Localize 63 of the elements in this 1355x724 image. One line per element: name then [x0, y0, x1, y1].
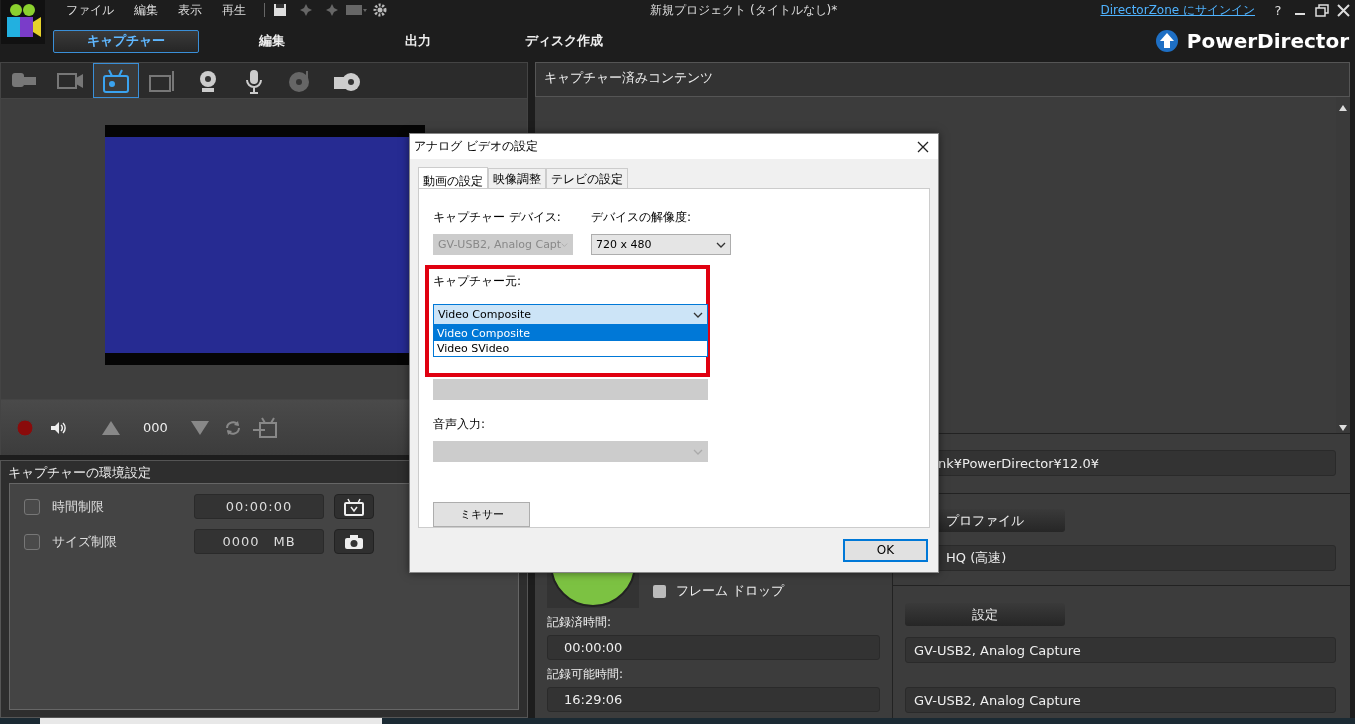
panel-title: キャプチャー済みコンテンツ: [544, 70, 713, 85]
field-label: 音声入力:: [433, 416, 487, 433]
checkbox[interactable]: [24, 498, 40, 515]
window-title: 新規プロジェクト (タイトルなし)*: [649, 1, 839, 19]
field-label: 記録済時間:: [547, 614, 613, 631]
checkbox-label: フレーム ドロップ: [676, 582, 785, 600]
refresh-icon[interactable]: [223, 418, 242, 437]
device-field[interactable]: GV-USB2, Analog Capture: [905, 687, 1336, 713]
dropdown-option[interactable]: Video Composite: [434, 326, 707, 341]
dialog-tab[interactable]: 映像調整: [488, 168, 546, 188]
timer-button[interactable]: [334, 494, 374, 519]
menu-item[interactable]: 編集: [124, 1, 168, 19]
tv-input-icon[interactable]: [251, 416, 278, 439]
mode-tab[interactable]: 編集: [199, 29, 345, 53]
settings-button[interactable]: 設定: [905, 603, 1065, 626]
caret-icon: [693, 311, 703, 318]
dropdown[interactable]: Video Composite: [433, 304, 708, 325]
checkbox-label: 時間制限: [52, 497, 105, 516]
source-tab[interactable]: [93, 63, 139, 98]
settings-icon[interactable]: [373, 3, 387, 17]
mode-tab[interactable]: ディスク作成: [491, 29, 637, 53]
field-label: 記録可能時間:: [547, 666, 625, 683]
menu-item[interactable]: 再生: [212, 1, 256, 19]
caret-icon: [716, 241, 726, 248]
menu-item[interactable]: ファイル: [56, 1, 124, 19]
help-button[interactable]: ?: [1267, 2, 1289, 18]
time-field: 00:00:00: [547, 635, 880, 660]
display-icon[interactable]: [345, 3, 367, 17]
snapshot-button[interactable]: [334, 529, 374, 554]
checkbox-label: サイズ制限: [52, 532, 118, 551]
value-field[interactable]: 00:00:00: [194, 494, 324, 519]
scroll-up-icon[interactable]: [1339, 105, 1347, 111]
dropdown[interactable]: 720 x 480: [591, 234, 731, 255]
menu-item[interactable]: 表示: [168, 1, 212, 19]
checkbox[interactable]: [24, 533, 40, 550]
time-field: 16:29:06: [547, 687, 880, 712]
caret-icon: [693, 448, 703, 455]
value-field[interactable]: 0000 MB: [194, 529, 324, 554]
mode-tab[interactable]: キャプチャー: [53, 29, 199, 53]
app-logo-icon: [1, 0, 45, 44]
signin-link[interactable]: DirectorZone にサインイン: [1100, 1, 1255, 19]
channel-up-icon[interactable]: [101, 419, 121, 436]
field-label: キャプチャー元:: [433, 273, 523, 290]
field-label: キャプチャー デバイス:: [433, 209, 562, 226]
dialog-tab[interactable]: テレビの設定: [546, 168, 628, 188]
brand-name: PowerDirector: [1186, 29, 1349, 53]
upload-icon: [1154, 29, 1179, 53]
tv-icon: [343, 497, 365, 516]
dialog-title: アナログ ビデオの設定: [414, 138, 539, 155]
mixer-button[interactable]: ミキサー: [433, 502, 530, 527]
dropdown-option[interactable]: Video SVideo: [434, 341, 707, 356]
caret-icon: [561, 241, 568, 248]
panel-title: キャプチャーの環境設定: [7, 464, 152, 482]
field-label: デバイスの解像度:: [591, 209, 693, 226]
scroll-down-icon[interactable]: [1339, 425, 1347, 431]
ok-button[interactable]: OK: [843, 538, 928, 562]
save-icon[interactable]: [273, 3, 287, 17]
dialog-tab[interactable]: 動画の設定: [418, 167, 488, 189]
mode-tab[interactable]: 出力: [345, 29, 491, 53]
channel-down-icon[interactable]: [189, 419, 210, 436]
device-field[interactable]: GV-USB2, Analog Capture: [905, 637, 1336, 663]
camera-icon: [344, 533, 364, 550]
channel-number: 000: [143, 420, 168, 435]
